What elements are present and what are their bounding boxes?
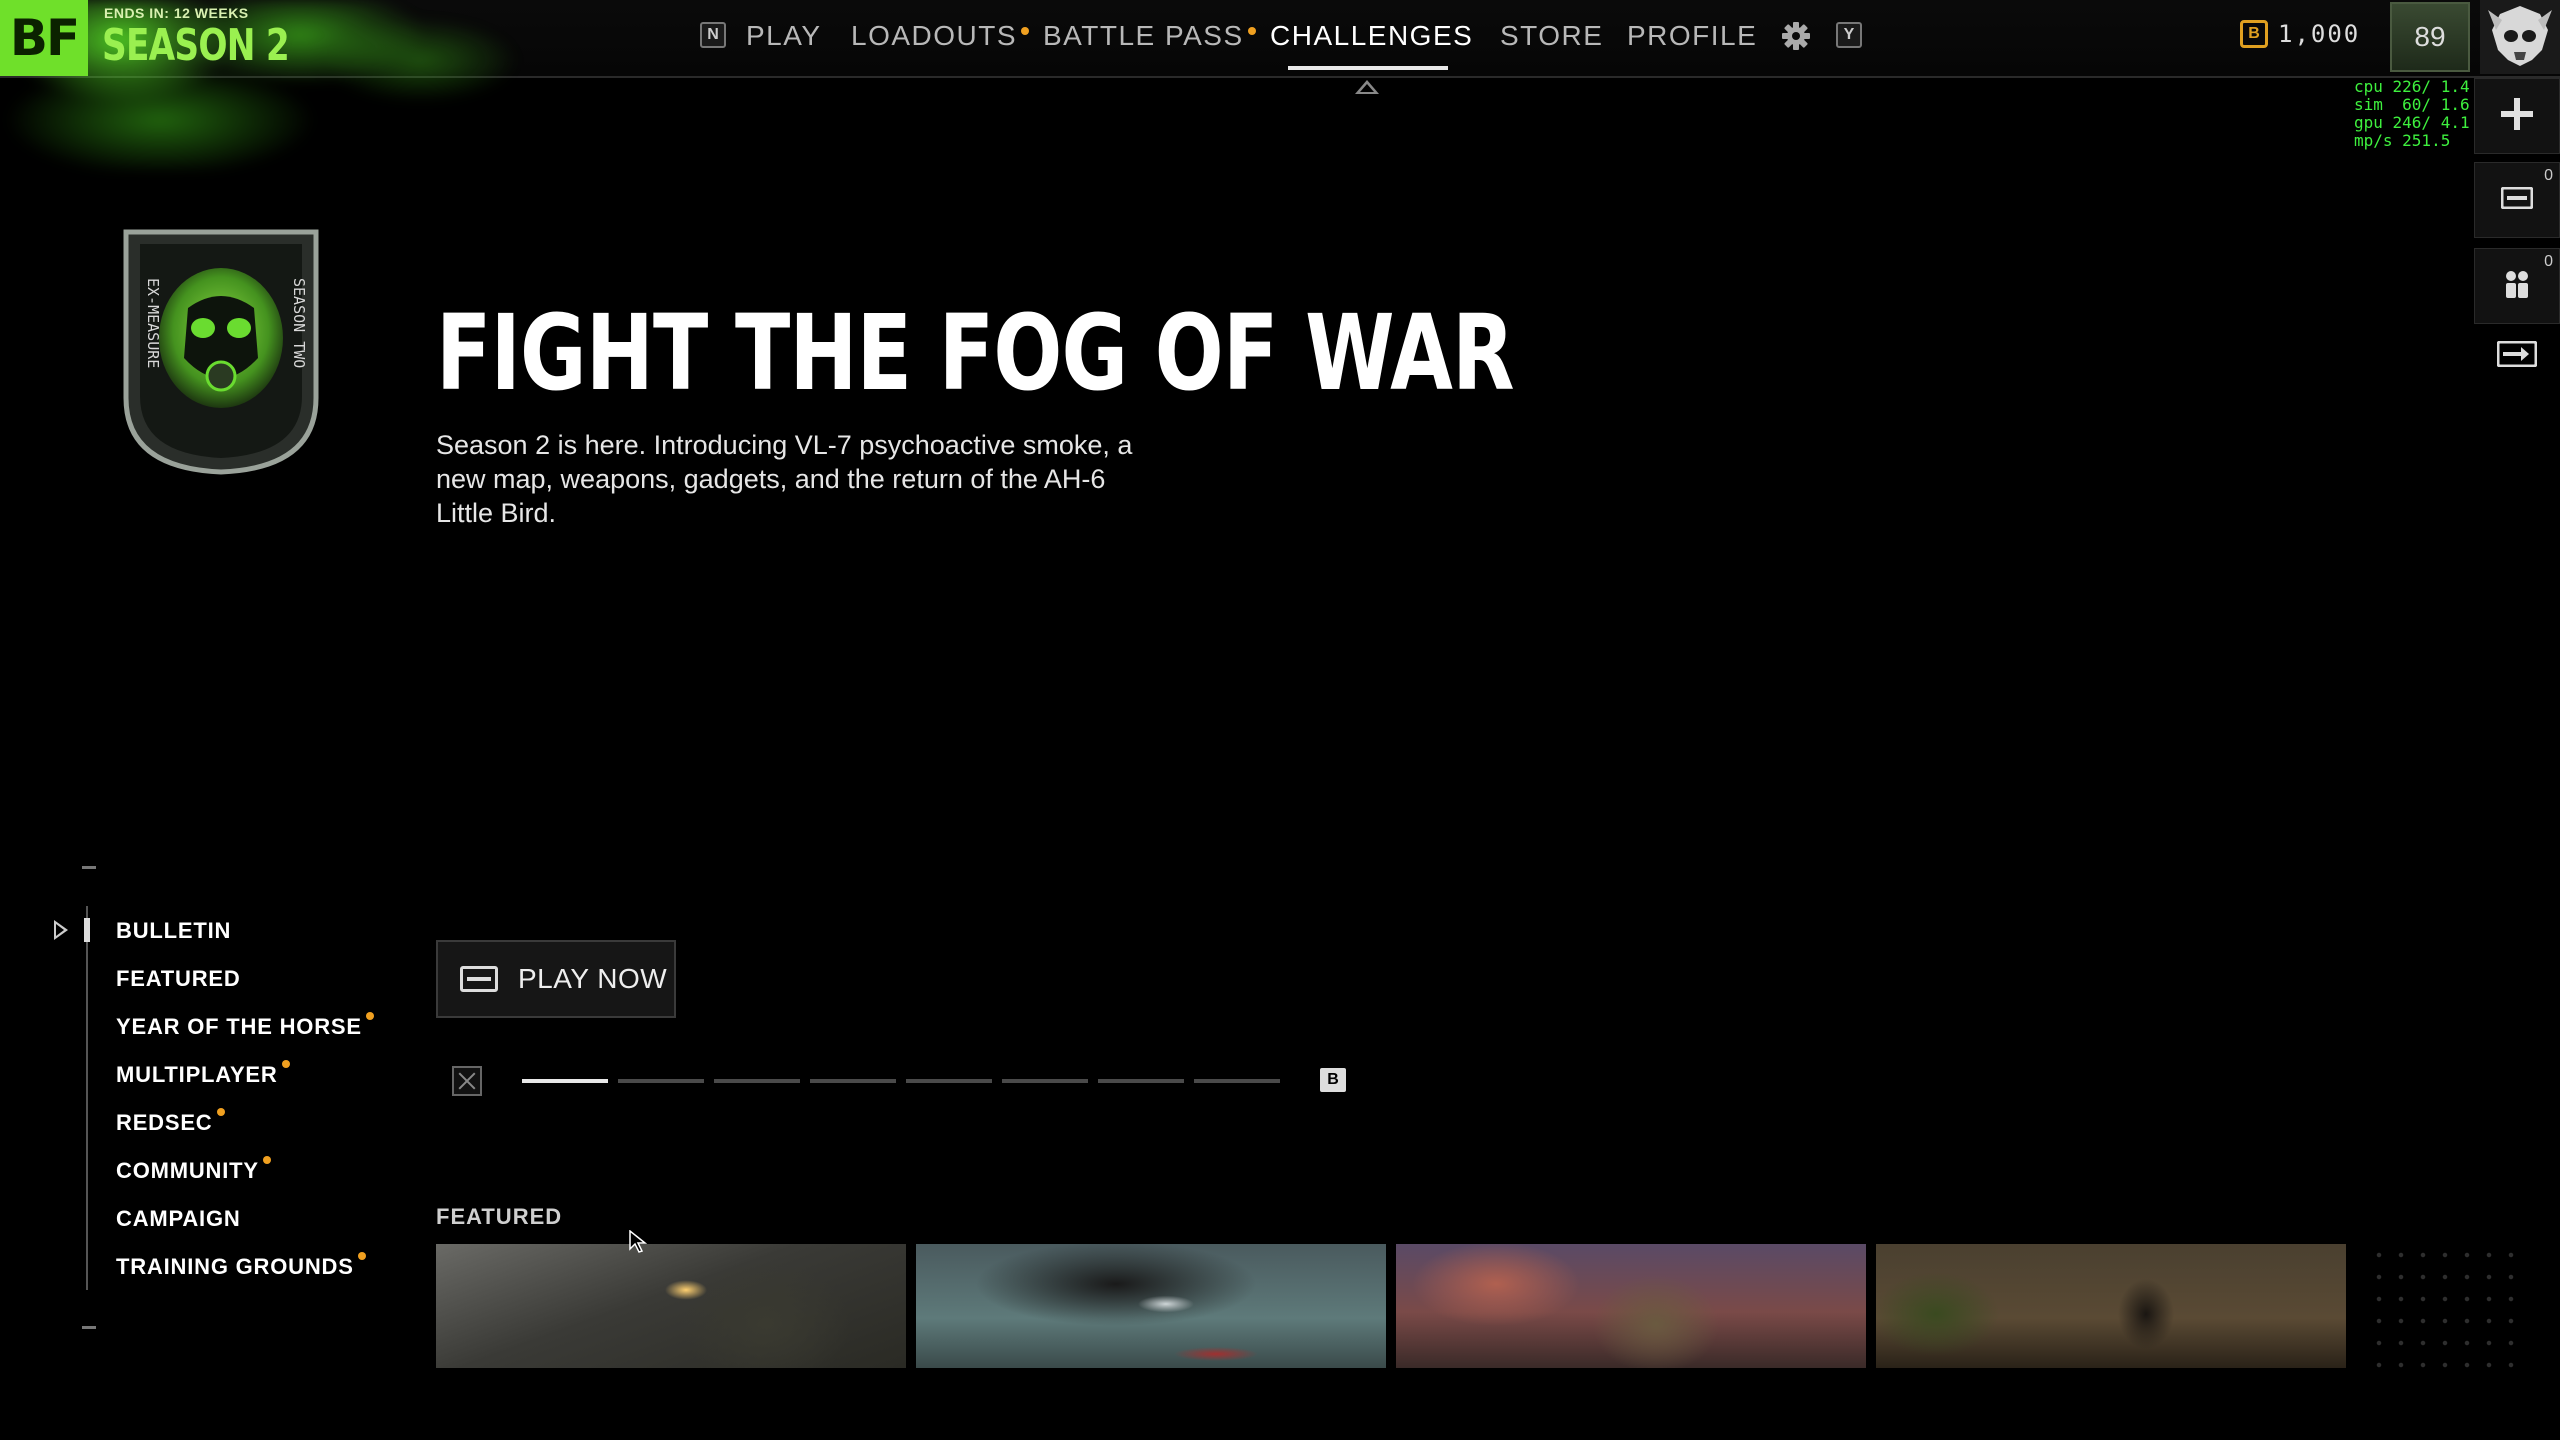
pager-segment[interactable] [1002, 1079, 1088, 1083]
pager-segment[interactable] [906, 1079, 992, 1083]
menu-item-label: BULLETIN [116, 918, 232, 943]
featured-section-label: FEATURED [436, 1204, 563, 1229]
nav-prev-key-hint: N [700, 22, 726, 48]
selection-arrow-icon [54, 920, 68, 940]
perf-line: cpu 226/ 1.4 [2354, 77, 2470, 96]
perf-line: gpu 246/ 4.1 [2354, 113, 2470, 132]
menu-item-label: MULTIPLAYER [116, 1062, 278, 1087]
exit-button[interactable] [2474, 326, 2560, 386]
pager-segment[interactable] [522, 1079, 608, 1083]
nav-tab-battle-pass[interactable]: BATTLE PASS [1043, 0, 1256, 72]
player-level: 89 [2414, 21, 2446, 52]
menu-item-training-grounds[interactable]: TRAINING GROUNDS [116, 1246, 374, 1294]
menu-rail [86, 906, 88, 1290]
nav-tab-play[interactable]: PLAY [746, 0, 822, 72]
menu-item-redsec[interactable]: REDSEC [116, 1102, 374, 1150]
mail-button[interactable]: 0 [2474, 162, 2560, 238]
nav-caret-icon [1355, 80, 1379, 94]
play-now-label: PLAY NOW [518, 963, 668, 994]
player-level-badge[interactable]: 89 [2390, 2, 2470, 72]
pager-segment[interactable] [1194, 1079, 1280, 1083]
nav-tab-challenges[interactable]: CHALLENGES [1270, 0, 1473, 72]
nav-active-indicator [1288, 66, 1448, 70]
mail-icon [2500, 186, 2534, 214]
menu-item-label: FEATURED [116, 966, 241, 991]
nav-tab-loadouts[interactable]: LOADOUTS [851, 0, 1030, 72]
menu-item-campaign[interactable]: CAMPAIGN [116, 1198, 374, 1246]
gas-mask-badge-icon: EX-MEASURE SEASON TWO [118, 228, 324, 476]
hero-description: Season 2 is here. Introducing VL-7 psych… [436, 430, 1133, 528]
menu-item-multiplayer[interactable]: MULTIPLAYER [116, 1054, 374, 1102]
party-icon [2503, 268, 2531, 305]
pager-segment[interactable] [810, 1079, 896, 1083]
badge-text-left: EX-MEASURE [144, 278, 162, 368]
nav-tab-label: CHALLENGES [1270, 20, 1474, 51]
menu-item-year-of-the-horse[interactable]: YEAR OF THE HORSE [116, 1006, 374, 1054]
gear-icon[interactable] [1780, 20, 1812, 52]
currency-icon: B [2240, 20, 2268, 48]
notification-dot [1247, 26, 1256, 35]
menu-item-label: REDSEC [116, 1110, 213, 1135]
menu-item-label: TRAINING GROUNDS [116, 1254, 354, 1279]
menu-item-label: CAMPAIGN [116, 1206, 241, 1231]
play-now-button[interactable]: PLAY NOW [436, 940, 676, 1018]
menu-bottom-tick [82, 1326, 96, 1329]
nav-tab-label: LOADOUTS [851, 20, 1018, 51]
notification-dot [357, 1252, 366, 1260]
add-button[interactable] [2474, 78, 2560, 154]
carousel-pager: B [436, 1066, 1356, 1096]
featured-tile-soldier-firing[interactable] [436, 1244, 906, 1368]
season-title[interactable]: SEASON 2 [102, 20, 290, 71]
currency-amount: 1,000 [2278, 20, 2361, 48]
menu-item-featured[interactable]: FEATURED [116, 958, 374, 1006]
notification-dot [216, 1108, 225, 1116]
pager-segment[interactable] [714, 1079, 800, 1083]
skull-emblem-icon[interactable] [2480, 0, 2560, 74]
performance-overlay: cpu 226/ 1.4 sim 60/ 1.6 gpu 246/ 4.1 mp/s … [2354, 78, 2470, 150]
nav-tab-label: STORE [1500, 20, 1604, 51]
menu-top-tick [82, 866, 96, 869]
menu-item-label: COMMUNITY [116, 1158, 259, 1183]
perf-line: mp/s 251.5 [2354, 131, 2451, 150]
menu-active-indicator [84, 918, 90, 942]
nav-next-key-hint: Y [1836, 22, 1862, 48]
pager-prev-key-icon[interactable] [452, 1066, 482, 1096]
notification-dot [365, 1012, 374, 1020]
mail-count: 0 [2544, 167, 2553, 184]
exit-icon [2496, 340, 2538, 372]
nav-tab-label: PLAY [746, 20, 822, 51]
hero-title: FIGHT THE FOG OF WAR [436, 292, 1515, 414]
menu-item-community[interactable]: COMMUNITY [116, 1150, 374, 1198]
nav-tab-profile[interactable]: PROFILE [1627, 0, 1757, 72]
more-tiles-placeholder [2368, 1244, 2528, 1368]
currency-display[interactable]: B 1,000 [2240, 20, 2360, 48]
menu-item-label: YEAR OF THE HORSE [116, 1014, 362, 1039]
notification-dot [281, 1060, 290, 1068]
featured-tile-jungle-soldier[interactable] [1876, 1244, 2346, 1368]
notification-dot [262, 1156, 271, 1164]
bulletin-menu: BULLETIN FEATURED YEAR OF THE HORSE MULT… [116, 910, 374, 1294]
nav-tab-label: BATTLE PASS [1043, 20, 1244, 51]
featured-tile-jet-flyover[interactable] [916, 1244, 1386, 1368]
party-count: 0 [2544, 253, 2553, 270]
pager-segment[interactable] [618, 1079, 704, 1083]
notification-dot [1021, 26, 1030, 35]
pager-next-key-icon[interactable]: B [1320, 1068, 1346, 1092]
nav-tab-store[interactable]: STORE [1500, 0, 1603, 72]
menu-item-bulletin[interactable]: BULLETIN [116, 910, 374, 958]
keyboard-key-icon [460, 966, 498, 992]
plus-icon [2497, 94, 2537, 139]
season-ends-text: ENDS IN: 12 WEEKS [104, 5, 249, 21]
badge-text-right: SEASON TWO [290, 278, 308, 368]
featured-tile-helicopter-crew[interactable] [1396, 1244, 1866, 1368]
perf-line: sim 60/ 1.6 [2354, 95, 2470, 114]
party-button[interactable]: 0 [2474, 248, 2560, 324]
pager-segment[interactable] [1098, 1079, 1184, 1083]
game-logo: BF [0, 0, 88, 76]
nav-tab-label: PROFILE [1627, 20, 1758, 51]
